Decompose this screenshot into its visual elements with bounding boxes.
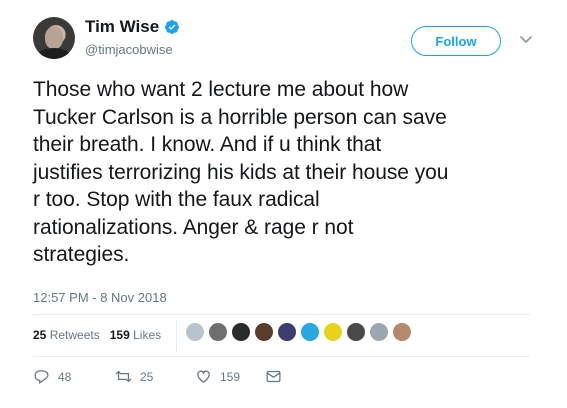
liker-avatar[interactable] [185, 322, 205, 342]
liker-avatar[interactable] [392, 322, 412, 342]
retweet-icon [115, 370, 132, 383]
divider [33, 314, 530, 315]
tweet-text-line: r too. Stop with the faux radical [33, 188, 320, 211]
liker-avatar[interactable] [369, 322, 389, 342]
tweet-timestamp[interactable]: 12:57 PM - 8 Nov 2018 [33, 290, 167, 305]
liker-avatar[interactable] [346, 322, 366, 342]
direct-message-button[interactable] [265, 368, 282, 385]
follow-button[interactable]: Follow [411, 26, 501, 56]
like-count: 159 [220, 369, 241, 384]
author-name-row: Tim Wise [85, 17, 180, 37]
liker-avatar[interactable] [300, 322, 320, 342]
retweets-count: 25 [33, 328, 47, 342]
tweet-text-line: strategies. [33, 243, 130, 266]
retweets-stat[interactable]: 25 Retweets [33, 328, 100, 342]
like-button[interactable]: 159 [195, 368, 265, 385]
likes-count: 159 [109, 328, 130, 342]
avatar-face [45, 27, 63, 49]
envelope-icon [266, 370, 281, 383]
author-handle[interactable]: @timjacobwise [85, 42, 180, 57]
retweet-count: 25 [140, 369, 154, 384]
tweet-card: Tim Wise @timjacobwise Follow Those who … [0, 0, 567, 408]
liker-avatar[interactable] [323, 322, 343, 342]
avatar-shirt [38, 48, 70, 59]
liker-avatars [185, 322, 415, 342]
tweet-text-line: Tucker Carlson is a horrible person can … [33, 105, 447, 129]
likes-stat[interactable]: 159 Likes [110, 328, 161, 342]
verified-badge-icon [165, 20, 180, 34]
reply-count: 48 [58, 369, 72, 384]
chevron-down-icon[interactable] [518, 31, 534, 47]
reply-button[interactable]: 48 [33, 368, 103, 385]
retweet-button[interactable]: 25 [115, 368, 185, 385]
divider [33, 356, 530, 357]
likes-label: Likes [133, 328, 162, 342]
author-display-name[interactable]: Tim Wise [85, 17, 159, 37]
liker-avatar[interactable] [254, 322, 274, 342]
liker-avatar[interactable] [231, 322, 251, 342]
tweet-text: Those who want 2 lecture me about how Tu… [33, 76, 553, 269]
retweets-label: Retweets [49, 328, 100, 342]
tweet-text-line: their breath. I know. And if u think tha… [33, 133, 382, 156]
heart-icon [197, 370, 210, 383]
author-avatar[interactable] [33, 17, 75, 59]
liker-avatar[interactable] [277, 322, 297, 342]
reply-icon [34, 370, 49, 385]
stats-separator [176, 320, 177, 352]
tweet-stats: 25 Retweets 159 Likes [33, 328, 161, 342]
tweet-text-line: Those who want 2 lecture me about how [33, 78, 409, 101]
tweet-actions: 48 25 159 [33, 368, 282, 385]
tweet-text-line: justifies terrorizing his kids at their … [33, 160, 449, 184]
tweet-text-line: rationalizations. Anger & rage r not [33, 215, 354, 239]
liker-avatar[interactable] [208, 322, 228, 342]
author-info: Tim Wise @timjacobwise [85, 17, 180, 57]
